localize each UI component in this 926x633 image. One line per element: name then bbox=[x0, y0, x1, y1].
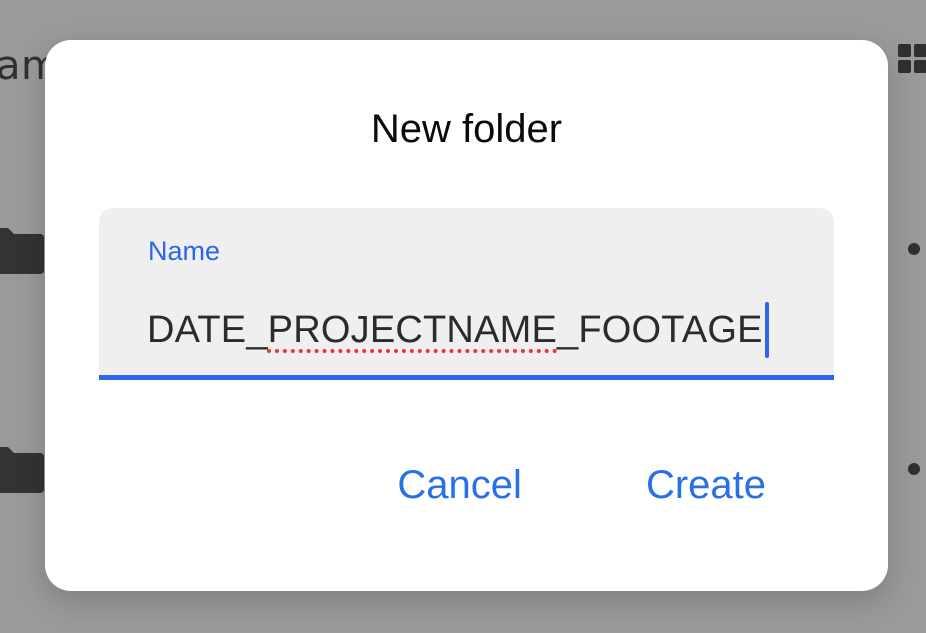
folder-name-label: Name bbox=[148, 236, 221, 266]
folder-icon bbox=[0, 447, 44, 493]
cancel-button[interactable]: Cancel bbox=[397, 458, 522, 512]
folder-icon bbox=[0, 228, 44, 274]
dialog-actions: Cancel Create bbox=[397, 458, 766, 512]
folder-name-field[interactable]: Name DATE_PROJECTNAME_FOOTAGE bbox=[99, 208, 834, 380]
folder-name-value: DATE_PROJECTNAME_FOOTAGE bbox=[147, 306, 763, 354]
text-cursor-icon bbox=[764, 302, 769, 358]
grid-view-icon bbox=[898, 44, 926, 73]
spellcheck-misspelled-word: PROJECTNAME bbox=[267, 309, 558, 351]
dialog-title: New folder bbox=[370, 107, 563, 151]
folder-name-value-prefix: DATE_ bbox=[147, 309, 268, 351]
create-button[interactable]: Create bbox=[646, 458, 766, 512]
new-folder-dialog: New folder Name DATE_PROJECTNAME_FOOTAGE… bbox=[45, 40, 888, 591]
folder-name-input[interactable]: DATE_PROJECTNAME_FOOTAGE bbox=[147, 302, 769, 358]
dot-menu-icon bbox=[908, 463, 920, 475]
folder-name-value-suffix: _FOOTAGE bbox=[557, 309, 763, 351]
dot-menu-icon bbox=[908, 243, 920, 255]
